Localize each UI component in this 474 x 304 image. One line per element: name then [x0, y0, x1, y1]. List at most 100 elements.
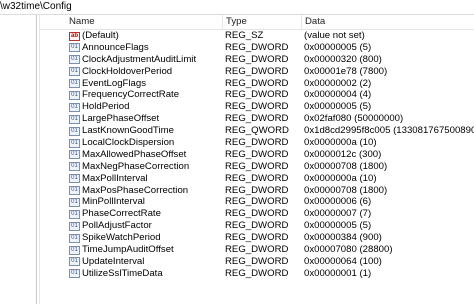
value-type: REG_DWORD	[225, 232, 289, 244]
value-type: REG_DWORD	[225, 137, 289, 149]
value-name: MaxPollInterval	[82, 172, 148, 184]
value-data: 0x0000012c (300)	[304, 148, 382, 160]
binary-value-icon: 01	[69, 186, 80, 196]
value-data: 0x00000004 (4)	[304, 89, 372, 101]
value-name: MaxPosPhaseCorrection	[82, 184, 189, 196]
value-data: (value not set)	[304, 30, 365, 41]
value-data: 0x00000006 (6)	[304, 196, 372, 208]
value-row[interactable]: 01 UpdateInterval REG_DWORD 0x00000064 (100…	[40, 256, 474, 268]
binary-value-icon: 01	[69, 174, 80, 184]
binary-value-icon: 01	[69, 126, 80, 136]
value-name: LargePhaseOffset	[82, 113, 160, 125]
value-type: REG_DWORD	[225, 77, 289, 89]
binary-value-icon: 01	[69, 233, 80, 243]
value-name: PhaseCorrectRate	[82, 208, 161, 220]
value-row[interactable]: 01 SpikeWatchPeriod REG_DWORD 0x00000384 (9…	[40, 232, 474, 244]
value-type: REG_DWORD	[225, 101, 289, 113]
value-name: LocalClockDispersion	[82, 137, 175, 149]
value-type: REG_DWORD	[225, 220, 289, 232]
value-data: 0x0000000a (10)	[304, 137, 377, 149]
value-data: 0x00000708 (1800)	[304, 160, 388, 172]
binary-value-icon: 01	[69, 162, 80, 172]
value-row[interactable]: 01 MaxNegPhaseCorrection REG_DWORD 0x000007…	[40, 161, 474, 173]
value-data: 0x00000002 (2)	[304, 77, 372, 89]
value-name: MinPollInterval	[82, 196, 145, 208]
binary-value-icon: 01	[69, 197, 80, 207]
pane-splitter[interactable]	[36, 15, 37, 304]
value-name: HoldPeriod	[82, 101, 130, 113]
binary-value-icon: 01	[69, 245, 80, 255]
value-row[interactable]: 01 MaxAllowedPhaseOffset REG_DWORD 0x000001…	[40, 149, 474, 161]
value-data: 0x00001e78 (7800)	[304, 65, 388, 77]
value-data: 0x00000005 (5)	[304, 41, 372, 53]
value-type: REG_DWORD	[225, 65, 289, 77]
value-row[interactable]: 01 MaxPosPhaseCorrection REG_DWORD 0x000007…	[40, 185, 474, 197]
value-type: REG_DWORD	[225, 184, 289, 196]
value-row[interactable]: 01 AnnounceFlags REG_DWORD 0x00000005 (5)	[40, 42, 474, 54]
registry-editor-window: \w32time\Config Name Type Data ab (Defaul…	[0, 0, 474, 304]
column-header-data[interactable]: Data	[301, 15, 474, 29]
value-data: 0x00000005 (5)	[304, 101, 372, 113]
string-value-icon: ab	[69, 31, 80, 41]
binary-value-icon: 01	[69, 209, 80, 219]
value-type: REG_DWORD	[225, 89, 289, 101]
value-type: REG_DWORD	[225, 41, 289, 53]
binary-value-icon: 01	[69, 257, 80, 267]
value-data: 0x00000384 (900)	[304, 232, 382, 244]
value-type: REG_DWORD	[225, 196, 289, 208]
values-list: ab (Default) REG_SZ (value not set) 01 Announ…	[40, 30, 474, 280]
value-row[interactable]: 01 ClockAdjustmentAuditLimit REG_DWORD 0x00…	[40, 54, 474, 66]
value-row[interactable]: 01 MinPollInterval REG_DWORD 0x00000006 (6)	[40, 196, 474, 208]
value-type: REG_DWORD	[225, 244, 289, 256]
binary-value-icon: 01	[69, 55, 80, 65]
value-row[interactable]: 01 LocalClockDispersion REG_DWORD 0x0000000…	[40, 137, 474, 149]
value-row[interactable]: 01 MaxPollInterval REG_DWORD 0x0000000a (10…	[40, 173, 474, 185]
value-data: 0x00000064 (100)	[304, 255, 382, 267]
value-name: ClockAdjustmentAuditLimit	[82, 53, 197, 65]
value-type: REG_QWORD	[225, 125, 289, 137]
column-header-name[interactable]: Name	[66, 15, 221, 29]
value-data: 0x1d8cd2995f8c005 (133081767500890117)	[304, 125, 474, 137]
value-data: 0x02faf080 (50000000)	[304, 113, 404, 125]
value-name: SpikeWatchPeriod	[82, 232, 161, 244]
value-data: 0x00000007 (7)	[304, 208, 372, 220]
value-name: EventLogFlags	[82, 77, 146, 89]
value-row[interactable]: 01 TimeJumpAuditOffset REG_DWORD 0x00007080…	[40, 244, 474, 256]
value-name: (Default)	[82, 30, 119, 41]
column-header-type[interactable]: Type	[222, 15, 300, 29]
value-name: TimeJumpAuditOffset	[82, 244, 174, 256]
binary-value-icon: 01	[69, 67, 80, 77]
value-name: AnnounceFlags	[82, 41, 149, 53]
address-bar[interactable]: \w32time\Config	[0, 0, 474, 15]
key-tree-pane[interactable]	[0, 15, 34, 304]
value-name: PollAdjustFactor	[82, 220, 152, 232]
binary-value-icon: 01	[69, 114, 80, 124]
value-type: REG_DWORD	[225, 53, 289, 65]
value-name: ClockHoldoverPeriod	[82, 65, 173, 77]
value-row[interactable]: 01 FrequencyCorrectRate REG_DWORD 0x0000000…	[40, 89, 474, 101]
value-row[interactable]: 01 ClockHoldoverPeriod REG_DWORD 0x00001e78…	[40, 66, 474, 78]
column-header-bar: Name Type Data	[40, 15, 474, 30]
value-row[interactable]: ab (Default) REG_SZ (value not set)	[40, 30, 474, 42]
value-data: 0x0000000a (10)	[304, 172, 377, 184]
value-type: REG_DWORD	[225, 255, 289, 267]
value-row[interactable]: 01 EventLogFlags REG_DWORD 0x00000002 (2)	[40, 78, 474, 90]
value-name: MaxNegPhaseCorrection	[82, 160, 190, 172]
address-path[interactable]: \w32time\Config	[0, 1, 72, 13]
value-row[interactable]: 01 PhaseCorrectRate REG_DWORD 0x00000007 (7…	[40, 208, 474, 220]
value-data: 0x00000005 (5)	[304, 220, 372, 232]
value-row[interactable]: 01 LastKnownGoodTime REG_QWORD 0x1d8cd2995f…	[40, 125, 474, 137]
value-row[interactable]: 01 HoldPeriod REG_DWORD 0x00000005 (5)	[40, 101, 474, 113]
binary-value-icon: 01	[69, 269, 80, 279]
value-data: 0x00000708 (1800)	[304, 184, 388, 196]
value-row[interactable]: 01 PollAdjustFactor REG_DWORD 0x00000005 (5…	[40, 220, 474, 232]
value-name: FrequencyCorrectRate	[82, 89, 180, 101]
value-row[interactable]: 01 LargePhaseOffset REG_DWORD 0x02faf080 (5…	[40, 113, 474, 125]
values-list-pane[interactable]: Name Type Data ab (Default) REG_SZ (value n…	[40, 15, 474, 304]
value-type: REG_DWORD	[225, 267, 289, 279]
value-type: REG_DWORD	[225, 160, 289, 172]
value-type: REG_DWORD	[225, 113, 289, 125]
value-name: MaxAllowedPhaseOffset	[82, 148, 187, 160]
value-row[interactable]: 01 UtilizeSslTimeData REG_DWORD 0x00000001 …	[40, 268, 474, 280]
binary-value-icon: 01	[69, 150, 80, 160]
